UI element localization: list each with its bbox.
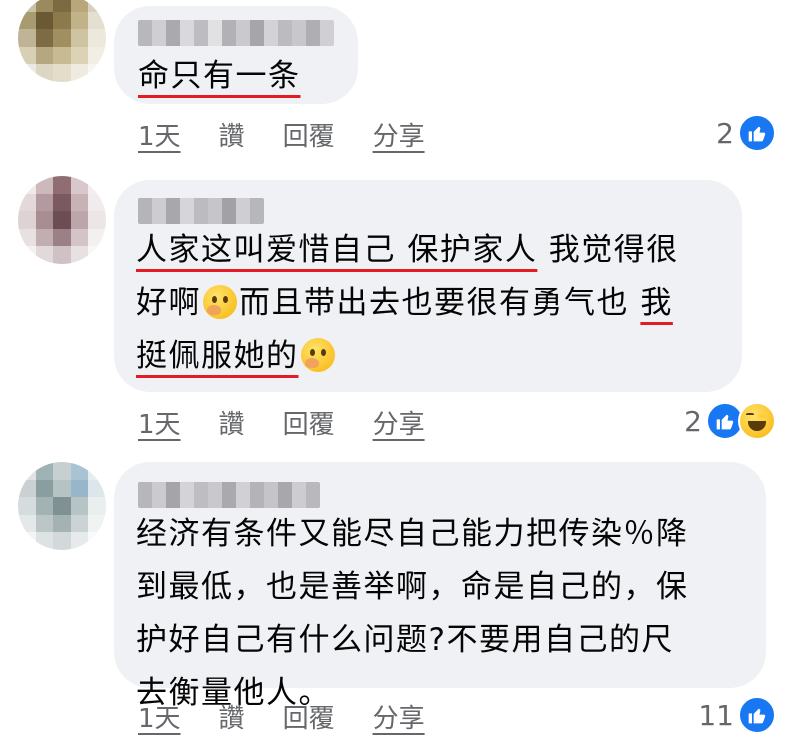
share-button[interactable]: 分享 [373, 698, 425, 735]
author-name-blurred[interactable] [138, 482, 320, 508]
thumbs-up-icon [738, 696, 776, 734]
text-line: 挺佩服她的 [136, 330, 679, 383]
like-button[interactable]: 讚 [219, 698, 245, 735]
comment-bubble: 经济有条件又能尽自己能力把传染％降 到最低，也是善举啊，命是自己的，保 护好自己… [114, 462, 766, 711]
comment-bubble: 人家这叫爱惜自己 保护家人 我觉得很 好啊 而且带出去也要很有勇气也 我 挺佩服她… [114, 180, 742, 392]
comment-actions: 1天 讚 回覆 分享 [138, 116, 463, 153]
reaction-count: 2 [684, 404, 702, 438]
timestamp-link[interactable]: 1天 [138, 698, 181, 735]
thumbs-up-icon [738, 114, 776, 152]
like-button[interactable]: 讚 [219, 116, 245, 153]
avatar[interactable] [18, 176, 106, 264]
reaction-summary[interactable]: 2 [684, 402, 776, 440]
reply-button[interactable]: 回覆 [283, 698, 335, 735]
reply-button[interactable]: 回覆 [283, 116, 335, 153]
reaction-summary[interactable]: 2 [716, 114, 776, 152]
comment-actions: 1天 讚 回覆 分享 [138, 404, 463, 441]
text-line: 到最低，也是善举啊，命是自己的，保 [136, 569, 689, 605]
avatar[interactable] [18, 0, 106, 82]
comment-text: 命只有一条 [138, 58, 301, 94]
reaction-count: 11 [698, 698, 734, 732]
reaction-summary[interactable]: 11 [698, 696, 776, 734]
author-name-blurred[interactable] [138, 198, 264, 224]
text-line: 人家这叫爱惜自己 保护家人 我觉得很 [136, 232, 679, 268]
comment-actions: 1天 讚 回覆 分享 [138, 698, 463, 735]
comment-text: 经济有条件又能尽自己能力把传染％降 到最低，也是善举啊，命是自己的，保 护好自己… [136, 508, 689, 720]
thinking-face-emoji [300, 338, 335, 372]
share-button[interactable]: 分享 [373, 404, 425, 441]
reaction-count: 2 [716, 116, 734, 150]
comment-bubble: 命只有一条 [114, 6, 358, 104]
avatar[interactable] [18, 462, 106, 550]
timestamp-link[interactable]: 1天 [138, 116, 181, 153]
author-name-blurred[interactable] [138, 20, 334, 46]
comment-text: 人家这叫爱惜自己 保护家人 我觉得很 好啊 而且带出去也要很有勇气也 我 挺佩服她… [136, 224, 679, 383]
thinking-face-emoji [203, 285, 237, 319]
share-button[interactable]: 分享 [373, 116, 425, 153]
reply-button[interactable]: 回覆 [283, 404, 335, 441]
text-line: 好啊 而且带出去也要很有勇气也 我 [136, 285, 673, 321]
text-line: 护好自己有什么问题?不要用自己的尺 [136, 622, 674, 658]
like-button[interactable]: 讚 [219, 404, 245, 441]
timestamp-link[interactable]: 1天 [138, 404, 181, 441]
laughing-emoji-icon [738, 402, 776, 440]
text-line: 经济有条件又能尽自己能力把传染％降 [136, 516, 689, 552]
